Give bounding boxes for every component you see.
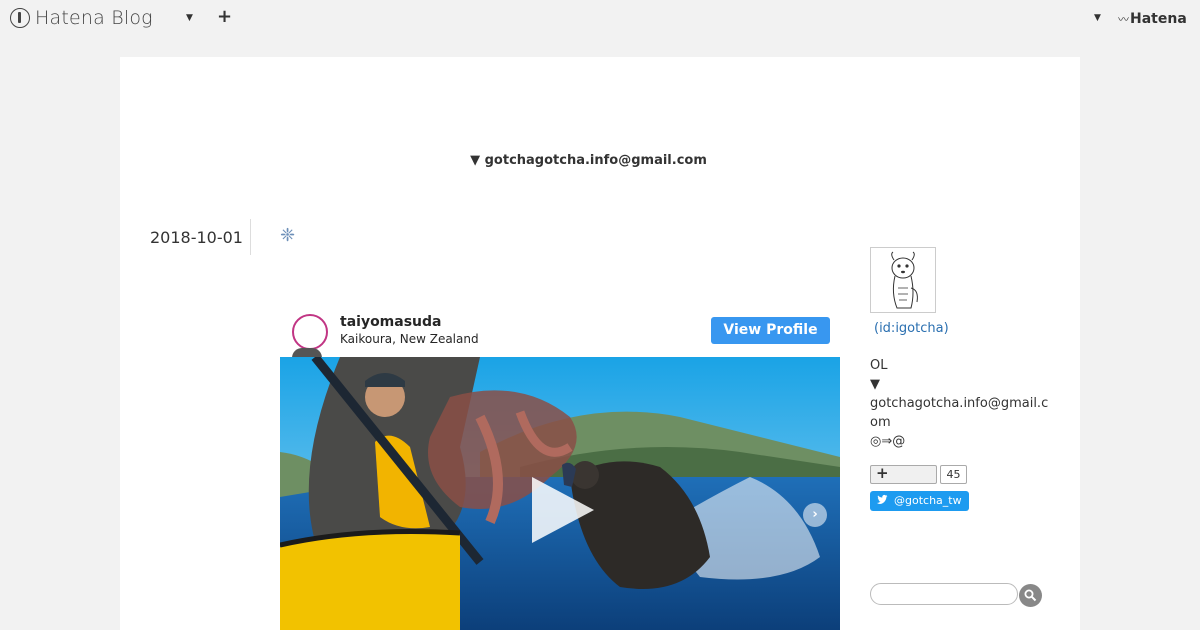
search-input[interactable] — [870, 583, 1018, 605]
bio-email: gotchagotcha.info@gmail.com — [870, 396, 1049, 430]
bookmark-plus-icon: + — [876, 464, 889, 482]
instagram-username[interactable]: taiyomasuda — [340, 314, 442, 330]
entry-date[interactable]: 2018-10-01 — [150, 228, 243, 247]
category-icon[interactable]: ❈ — [280, 225, 295, 246]
next-slide-icon[interactable]: › — [803, 503, 827, 527]
hatena-bookmark-button[interactable]: + — [870, 464, 937, 484]
profile-avatar[interactable] — [870, 247, 936, 313]
view-profile-button[interactable]: View Profile — [711, 317, 830, 344]
add-button[interactable]: + — [217, 6, 232, 27]
instagram-avatar[interactable] — [292, 314, 328, 350]
search-button[interactable] — [1019, 584, 1042, 607]
date-divider — [250, 219, 251, 255]
hatena-logo-icon — [10, 8, 30, 28]
brand-label: Hatena Blog — [35, 7, 153, 29]
hatena-wave-icon: 〰 — [1118, 13, 1129, 26]
twitter-follow-button[interactable]: @gotcha_tw — [870, 491, 969, 511]
twitter-handle: @gotcha_tw — [894, 494, 962, 507]
profile-id-link[interactable]: (id:igotcha) — [874, 321, 949, 336]
meerkat-drawing — [891, 251, 918, 309]
play-icon[interactable] — [532, 477, 594, 543]
hatena-label: Hatena — [1130, 11, 1187, 27]
blog-menu-caret-icon[interactable]: ▼ — [186, 13, 193, 23]
profile-bio: OL ▼ gotchagotcha.info@gmail.com ◎⇒@ — [870, 356, 1050, 451]
bookmark-count[interactable]: 45 — [940, 465, 967, 484]
bio-line: ▼ — [870, 377, 880, 392]
instagram-embed: taiyomasuda Kaikoura, New Zealand View P… — [280, 302, 840, 630]
twitter-bird-icon — [877, 494, 888, 504]
hatena-blog-logo[interactable]: Hatena Blog — [10, 7, 153, 29]
search-icon — [1024, 589, 1037, 602]
blog-panel: ▼ gotchagotcha.info@gmail.com 2018-10-01… — [120, 57, 1080, 630]
instagram-video[interactable]: › — [280, 357, 840, 630]
blog-description: ▼ gotchagotcha.info@gmail.com — [470, 153, 707, 168]
account-menu-caret-icon[interactable]: ▼ — [1094, 13, 1101, 23]
instagram-location[interactable]: Kaikoura, New Zealand — [340, 332, 479, 346]
bio-line: ◎⇒@ — [870, 434, 906, 449]
bio-line: OL — [870, 358, 888, 373]
top-navbar: Hatena Blog ▼ + ▼ 〰 Hatena — [0, 0, 1200, 38]
hatena-link[interactable]: 〰 Hatena — [1118, 11, 1187, 27]
